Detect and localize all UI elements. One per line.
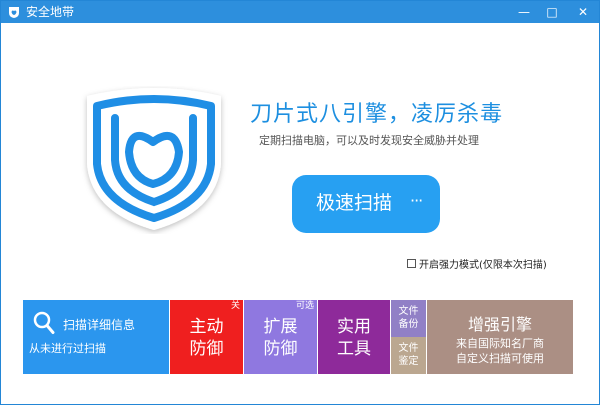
scan-details-title: 扫描详细信息 xyxy=(63,318,136,332)
shield-heart-icon xyxy=(87,88,221,230)
extended-defense-line1: 扩展 xyxy=(263,317,298,337)
maximize-button[interactable]: □ xyxy=(539,1,565,23)
extended-defense-line2: 防御 xyxy=(263,339,298,359)
file-backup-line1: 文件 xyxy=(398,306,419,317)
extended-defense-tag: 可选 xyxy=(295,301,314,311)
quick-scan-label: 极速扫描 xyxy=(316,192,393,214)
app-window: 安全地带 — □ ✕ 刀片式八引擎，凌厉杀毒 定期扫描电脑，可以及时发现安全威胁… xyxy=(0,0,600,405)
scan-options-button[interactable]: ··· xyxy=(410,189,423,213)
minimize-button[interactable]: — xyxy=(511,1,537,23)
scan-details-tile[interactable]: 扫描详细信息 从未进行过扫描 xyxy=(23,300,169,374)
file-backup-tile[interactable]: 文件 备份 xyxy=(391,300,426,337)
engine-title: 增强引擎 xyxy=(467,315,532,334)
quick-scan-button[interactable]: 极速扫描 ··· xyxy=(292,175,440,233)
enhanced-engine-tile[interactable]: 增强引擎 来自国际知名厂商 自定义扫描可使用 xyxy=(427,300,573,374)
file-verify-line1: 文件 xyxy=(398,343,419,354)
engine-desc-line2: 自定义扫描可使用 xyxy=(456,352,544,365)
file-verify-line2: 鉴定 xyxy=(398,356,419,367)
close-button[interactable]: ✕ xyxy=(568,1,598,23)
active-defense-status-tag: 关 xyxy=(230,301,240,311)
active-defense-line2: 防御 xyxy=(189,339,224,359)
scan-details-status: 从未进行过扫描 xyxy=(29,342,106,355)
tools-tile[interactable]: 实用 工具 xyxy=(318,300,390,374)
title-bar[interactable]: 安全地带 — □ ✕ xyxy=(1,1,599,23)
tools-line1: 实用 xyxy=(337,317,371,337)
engine-desc-line1: 来自国际知名厂商 xyxy=(456,337,544,350)
window-title: 安全地带 xyxy=(26,5,75,19)
file-backup-line2: 备份 xyxy=(398,319,419,330)
boost-mode-label: 开启强力模式(仅限本次扫描) xyxy=(419,260,547,271)
search-icon xyxy=(33,311,55,334)
file-verify-tile[interactable]: 文件 鉴定 xyxy=(391,337,426,374)
hero-headline: 刀片式八引擎，凌厉杀毒 xyxy=(250,102,504,127)
tools-line2: 工具 xyxy=(337,339,371,359)
app-shield-icon xyxy=(9,7,19,18)
active-defense-line1: 主动 xyxy=(189,317,224,337)
boost-mode-option[interactable]: 开启强力模式(仅限本次扫描) xyxy=(407,256,547,271)
boost-mode-checkbox[interactable] xyxy=(407,259,416,268)
extended-defense-tile[interactable]: 可选 扩展 防御 xyxy=(244,300,317,374)
hero-subline: 定期扫描电脑，可以及时发现安全威胁并处理 xyxy=(259,134,479,147)
active-defense-tile[interactable]: 关 主动 防御 xyxy=(170,300,243,374)
